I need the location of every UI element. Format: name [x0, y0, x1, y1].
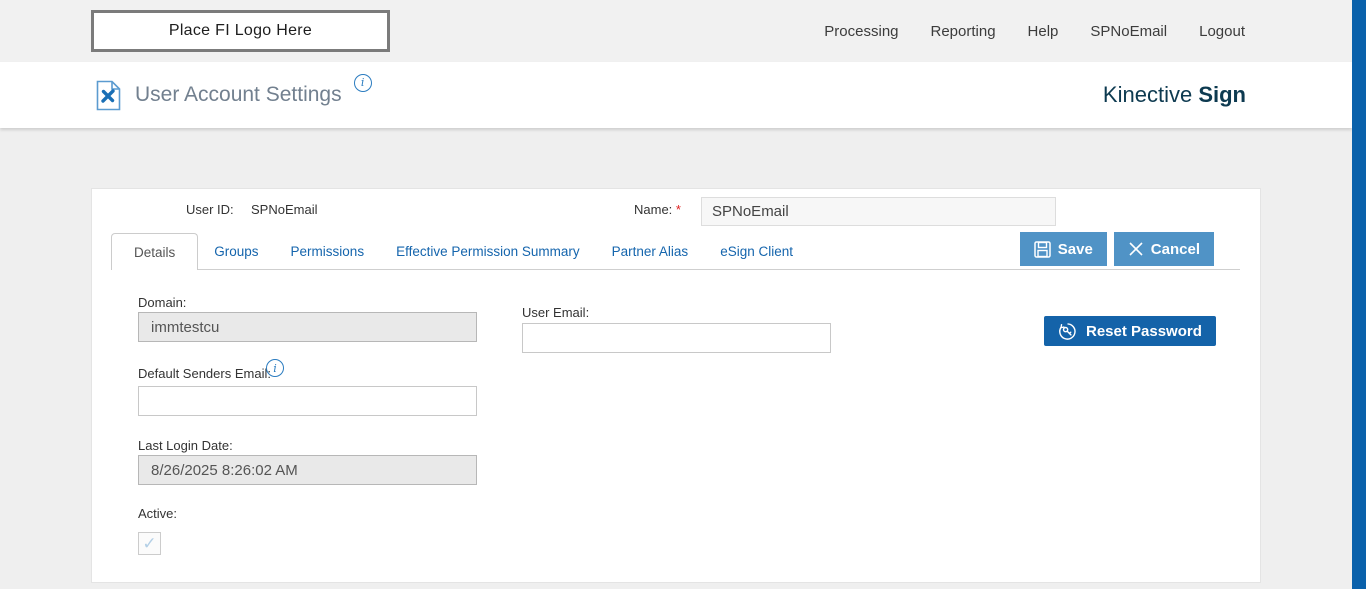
window-scroll-strip[interactable]: [1352, 0, 1366, 589]
nav-help[interactable]: Help: [1028, 23, 1059, 40]
tab-bar: Details Groups Permissions Effective Per…: [111, 234, 1240, 270]
default-senders-email-label: Default Senders Email:: [138, 366, 271, 381]
brand-logo: Kinective Sign: [1103, 82, 1246, 108]
reset-password-button[interactable]: Reset Password: [1044, 316, 1216, 346]
user-email-label: User Email:: [522, 305, 589, 320]
nav-reporting[interactable]: Reporting: [931, 23, 996, 40]
brand-product: Sign: [1198, 82, 1246, 107]
fi-logo-placeholder: Place FI Logo Here: [91, 10, 390, 52]
tab-actions: Save Cancel: [1020, 232, 1214, 266]
required-asterisk: *: [676, 202, 681, 217]
active-label: Active:: [138, 506, 177, 521]
tab-effective-permission-summary[interactable]: Effective Permission Summary: [380, 234, 596, 269]
top-nav: Processing Reporting Help SPNoEmail Logo…: [824, 23, 1245, 40]
brand-name: Kinective: [1103, 82, 1192, 107]
default-senders-email-info-icon[interactable]: i: [266, 359, 284, 377]
nav-logout[interactable]: Logout: [1199, 23, 1245, 40]
checkmark-icon: ✓: [142, 534, 156, 554]
active-checkbox[interactable]: ✓: [138, 532, 161, 555]
nav-username[interactable]: SPNoEmail: [1090, 23, 1167, 40]
default-senders-email-input[interactable]: [138, 386, 477, 416]
cancel-button[interactable]: Cancel: [1114, 232, 1214, 266]
reset-password-key-icon: [1058, 322, 1077, 341]
tab-groups[interactable]: Groups: [198, 234, 274, 269]
user-id-label: User ID:: [186, 202, 234, 217]
page-info-icon[interactable]: i: [354, 74, 372, 92]
tab-partner-alias[interactable]: Partner Alias: [596, 234, 705, 269]
last-login-date-label: Last Login Date:: [138, 438, 233, 453]
save-button[interactable]: Save: [1020, 232, 1107, 266]
name-label: Name: *: [634, 202, 681, 217]
cancel-x-icon: [1128, 241, 1144, 257]
top-bar: Place FI Logo Here Processing Reporting …: [0, 0, 1352, 62]
domain-input: [138, 312, 477, 342]
page-title-group: User Account Settings i: [96, 80, 372, 111]
page-title: User Account Settings: [135, 83, 342, 107]
user-email-input[interactable]: [522, 323, 831, 353]
user-id-value: SPNoEmail: [251, 202, 317, 217]
tab-details[interactable]: Details: [111, 233, 198, 270]
tab-esign-client[interactable]: eSign Client: [704, 234, 809, 269]
last-login-date-input: [138, 455, 477, 485]
user-settings-document-icon: [96, 80, 121, 111]
tab-permissions[interactable]: Permissions: [275, 234, 381, 269]
name-input[interactable]: [701, 197, 1056, 226]
nav-processing[interactable]: Processing: [824, 23, 898, 40]
domain-label: Domain:: [138, 295, 186, 310]
save-floppy-icon: [1034, 241, 1051, 258]
fi-logo-placeholder-text: Place FI Logo Here: [169, 22, 312, 40]
user-account-card: User ID: SPNoEmail Name: * Details Group…: [91, 188, 1261, 583]
page-header: User Account Settings i Kinective Sign: [0, 62, 1352, 128]
